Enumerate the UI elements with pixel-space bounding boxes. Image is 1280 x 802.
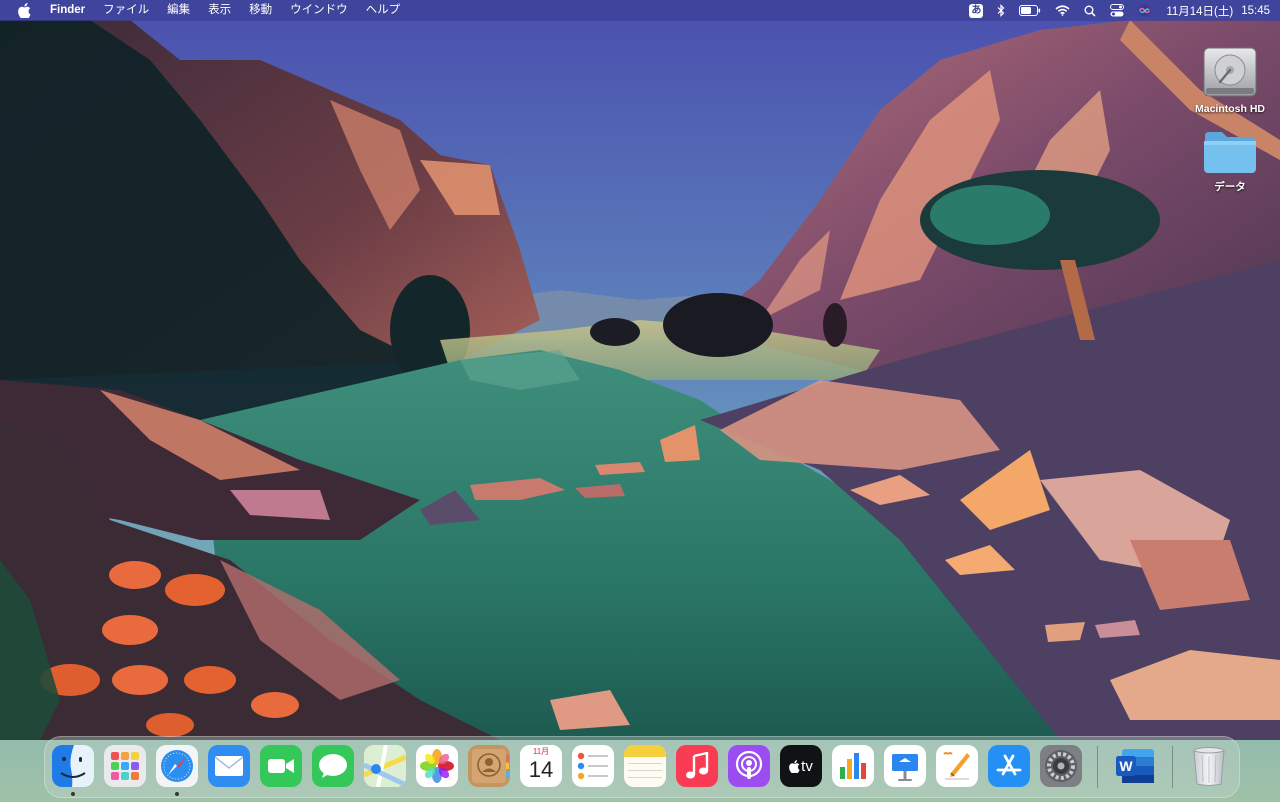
dock: 11月 14 tv W bbox=[44, 736, 1240, 798]
desktop-icon-label: Macintosh HD bbox=[1194, 103, 1265, 115]
wifi-icon[interactable] bbox=[1055, 0, 1070, 21]
control-center-icon[interactable] bbox=[1110, 0, 1125, 21]
tv-label: tv bbox=[801, 757, 813, 775]
finder-icon bbox=[52, 745, 94, 787]
bluetooth-icon[interactable] bbox=[997, 0, 1005, 21]
desktop: Finder ファイル 編集 表示 移動 ウインドウ ヘルプ あ 11月14日(… bbox=[0, 0, 1280, 802]
dock-pages[interactable] bbox=[936, 745, 978, 787]
dock-notes[interactable] bbox=[624, 745, 666, 787]
menu-app-finder[interactable]: Finder bbox=[46, 0, 94, 21]
dock-launchpad[interactable] bbox=[104, 745, 146, 787]
input-method-icon[interactable]: あ bbox=[969, 0, 984, 21]
desktop-icon-label: データ bbox=[1214, 181, 1246, 193]
dock-tv[interactable]: tv bbox=[780, 745, 822, 787]
menu-help[interactable]: ヘルプ bbox=[357, 0, 410, 21]
numbers-icon bbox=[840, 753, 866, 779]
dock-separator bbox=[1097, 746, 1098, 788]
keynote-icon bbox=[892, 754, 918, 781]
folder-icon bbox=[1204, 132, 1256, 173]
dock-calendar[interactable]: 11月 14 bbox=[520, 745, 562, 787]
menu-clock-time[interactable]: 15:45 bbox=[1241, 5, 1270, 17]
battery-icon[interactable] bbox=[1019, 0, 1041, 21]
hard-drive-icon bbox=[1203, 47, 1257, 97]
calendar-icon: 11月 14 bbox=[520, 745, 562, 787]
trash-icon bbox=[1193, 747, 1225, 786]
menu-file[interactable]: ファイル bbox=[94, 0, 158, 21]
menu-clock-date[interactable]: 11月14日(土) bbox=[1166, 3, 1233, 19]
running-indicator bbox=[71, 792, 75, 796]
reminders-icon bbox=[577, 752, 608, 780]
spotlight-search-icon[interactable] bbox=[1084, 0, 1096, 21]
dock-numbers[interactable] bbox=[832, 745, 874, 787]
dock-finder[interactable] bbox=[52, 745, 94, 787]
launchpad-icon bbox=[111, 752, 139, 780]
app-store-icon bbox=[996, 754, 1022, 776]
contacts-icon bbox=[472, 749, 509, 783]
dock-podcasts[interactable] bbox=[728, 745, 770, 787]
dock-keynote[interactable] bbox=[884, 745, 926, 787]
siri-icon[interactable] bbox=[1138, 0, 1151, 21]
tv-icon: tv bbox=[789, 758, 813, 775]
menu-bar: Finder ファイル 編集 表示 移動 ウインドウ ヘルプ あ 11月14日(… bbox=[0, 0, 1280, 21]
facetime-icon bbox=[268, 759, 294, 773]
dock-photos[interactable] bbox=[416, 745, 458, 787]
dock-music[interactable] bbox=[676, 745, 718, 787]
dock-app-store[interactable] bbox=[988, 745, 1030, 787]
dock-messages[interactable] bbox=[312, 745, 354, 787]
safari-icon bbox=[161, 750, 193, 782]
music-icon bbox=[686, 752, 709, 779]
dock-separator bbox=[1172, 746, 1173, 788]
running-indicator bbox=[175, 792, 179, 796]
apple-menu-icon[interactable] bbox=[18, 3, 32, 18]
dock-facetime[interactable] bbox=[260, 745, 302, 787]
word-icon: W bbox=[1116, 749, 1154, 783]
pages-icon bbox=[943, 752, 970, 780]
dock-trash[interactable] bbox=[1188, 745, 1230, 787]
menu-edit[interactable]: 編集 bbox=[158, 0, 199, 21]
desktop-icon-data-folder[interactable]: データ bbox=[1185, 128, 1275, 194]
input-method-label: あ bbox=[969, 3, 984, 18]
podcasts-icon bbox=[735, 750, 763, 779]
word-letter: W bbox=[1119, 758, 1133, 774]
mail-icon bbox=[214, 756, 244, 776]
system-preferences-icon bbox=[1045, 750, 1077, 782]
calendar-day: 14 bbox=[528, 757, 554, 782]
menu-go[interactable]: 移動 bbox=[240, 0, 281, 21]
desktop-icon-macintosh-hd[interactable]: Macintosh HD bbox=[1185, 44, 1275, 115]
menu-window[interactable]: ウインドウ bbox=[281, 0, 357, 21]
dock-system-preferences[interactable] bbox=[1040, 745, 1082, 787]
wallpaper bbox=[0, 0, 1280, 802]
messages-icon bbox=[319, 754, 347, 778]
menu-view[interactable]: 表示 bbox=[199, 0, 240, 21]
dock-word[interactable]: W bbox=[1114, 745, 1156, 787]
maps-icon bbox=[364, 745, 406, 787]
dock-reminders[interactable] bbox=[572, 745, 614, 787]
notes-icon bbox=[624, 745, 666, 778]
dock-maps[interactable] bbox=[364, 745, 406, 787]
dock-mail[interactable] bbox=[208, 745, 250, 787]
dock-contacts[interactable] bbox=[468, 745, 510, 787]
photos-icon bbox=[420, 749, 454, 783]
dock-safari[interactable] bbox=[156, 745, 198, 787]
